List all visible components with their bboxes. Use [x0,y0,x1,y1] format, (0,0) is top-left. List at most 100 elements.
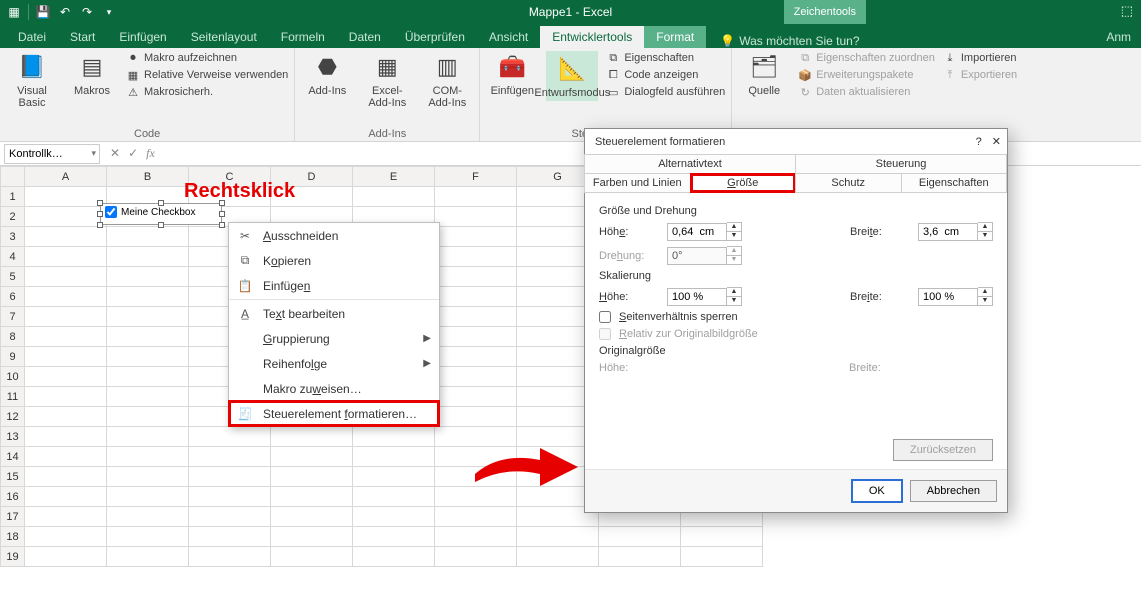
spin-down-icon[interactable]: ▼ [978,297,992,306]
help-icon[interactable]: ? [976,136,982,148]
cell[interactable] [435,287,517,307]
cell[interactable] [435,407,517,427]
cell[interactable] [107,407,189,427]
checkbox-input[interactable] [105,206,117,218]
ctx-steuerelement-formatieren[interactable]: 🧾Steuerelement formatieren… [229,401,439,426]
dlg-tab-eigenschaften[interactable]: Eigenschaften [901,173,1008,193]
cell[interactable] [107,267,189,287]
col-header[interactable]: A [25,167,107,187]
cell[interactable] [25,327,107,347]
makro-aufzeichnen-button[interactable]: ⏺Makro aufzeichnen [126,51,288,65]
daten-aktualisieren-button[interactable]: ↻Daten aktualisieren [798,85,935,99]
cell[interactable] [107,427,189,447]
cell[interactable] [25,467,107,487]
ctx-kopieren[interactable]: ⧉Kopieren [229,248,439,273]
dialogfeld-button[interactable]: ▭Dialogfeld ausführen [606,85,725,99]
input-breite[interactable] [918,223,978,241]
cell[interactable] [107,467,189,487]
row-header[interactable]: 3 [1,227,25,247]
cell[interactable] [25,227,107,247]
cell[interactable] [435,207,517,227]
einfuegen-button[interactable]: 🧰Einfügen [486,51,538,97]
tell-me[interactable]: 💡 Was möchten Sie tun? [706,34,859,48]
exportieren-button[interactable]: ⤒Exportieren [943,68,1017,82]
row-header[interactable]: 4 [1,247,25,267]
row-header[interactable]: 11 [1,387,25,407]
cell[interactable] [681,547,763,567]
cell[interactable] [435,507,517,527]
cell[interactable] [107,347,189,367]
row-header[interactable]: 14 [1,447,25,467]
tab-ueberpruefen[interactable]: Überprüfen [393,26,477,48]
cell[interactable] [25,247,107,267]
tab-formeln[interactable]: Formeln [269,26,337,48]
dlg-tab-steuerung[interactable]: Steuerung [795,154,1007,174]
share-label[interactable]: Anm [1096,26,1141,48]
row-header[interactable]: 19 [1,547,25,567]
makros-button[interactable]: ▤ Makros [66,51,118,97]
tab-einfuegen[interactable]: Einfügen [107,26,178,48]
cell[interactable] [189,447,271,467]
cell[interactable] [517,547,599,567]
spin-down-icon[interactable]: ▼ [978,232,992,241]
spin-down-icon[interactable]: ▼ [727,297,741,306]
cell[interactable] [107,367,189,387]
cell[interactable] [189,427,271,447]
cell[interactable] [25,307,107,327]
cell[interactable] [681,527,763,547]
cell[interactable] [435,307,517,327]
cell[interactable] [353,547,435,567]
row-header[interactable]: 15 [1,467,25,487]
ctx-text-bearbeiten[interactable]: A̲Text bearbeiten [229,301,439,326]
row-header[interactable]: 13 [1,427,25,447]
close-icon[interactable]: ✕ [992,135,1001,148]
btn-abbrechen[interactable]: Abbrechen [910,480,997,502]
eigenschaften-button[interactable]: ⧉Eigenschaften [606,51,725,65]
cell[interactable] [353,187,435,207]
cell[interactable] [25,367,107,387]
ribbon-display-options-icon[interactable]: ⬚ [1121,3,1133,19]
ctx-reihenfolge[interactable]: Reihenfolge▶ [229,351,439,376]
row-header[interactable]: 6 [1,287,25,307]
cell[interactable] [435,387,517,407]
cell[interactable] [271,427,353,447]
cell[interactable] [271,487,353,507]
spin-up-icon[interactable]: ▲ [978,223,992,232]
eigenschaften-zuordnen-button[interactable]: ⧉Eigenschaften zuordnen [798,51,935,65]
cell[interactable] [599,547,681,567]
cell[interactable] [189,507,271,527]
addins-button[interactable]: ⬣Add-Ins [301,51,353,97]
cell[interactable] [107,307,189,327]
spin-down-icon[interactable]: ▼ [727,232,741,241]
cell[interactable] [435,187,517,207]
relative-verweise-button[interactable]: ▦Relative Verweise verwenden [126,68,288,82]
enter-icon[interactable]: ✓ [128,146,138,161]
dlg-tab-farben-linien[interactable]: Farben und Linien [584,173,691,193]
chk-seitenverhaeltnis[interactable] [599,311,611,323]
cell[interactable] [189,487,271,507]
cell[interactable] [599,527,681,547]
checkbox-form-control[interactable]: Meine Checkbox [100,203,222,225]
row-header[interactable]: 16 [1,487,25,507]
redo-icon[interactable]: ↷ [79,4,95,20]
row-header[interactable]: 2 [1,207,25,227]
cell[interactable] [107,227,189,247]
row-header[interactable]: 12 [1,407,25,427]
cell[interactable] [107,547,189,567]
ctx-gruppierung[interactable]: Gruppierung▶ [229,326,439,351]
tab-format[interactable]: Format [644,26,706,48]
btn-ok[interactable]: OK [852,480,902,502]
row-header[interactable]: 10 [1,367,25,387]
save-icon[interactable]: 💾 [35,4,51,20]
cell[interactable] [189,527,271,547]
cell[interactable] [25,287,107,307]
row-header[interactable]: 18 [1,527,25,547]
row-header[interactable]: 1 [1,187,25,207]
undo-icon[interactable]: ↶ [57,4,73,20]
ctx-einfuegen[interactable]: 📋Einfügen [229,273,439,298]
name-box[interactable]: Kontrollk… [4,144,100,164]
cell[interactable] [435,227,517,247]
cell[interactable] [435,527,517,547]
makrosicherheit-button[interactable]: ⚠Makrosicherh. [126,85,288,99]
col-header[interactable]: B [107,167,189,187]
